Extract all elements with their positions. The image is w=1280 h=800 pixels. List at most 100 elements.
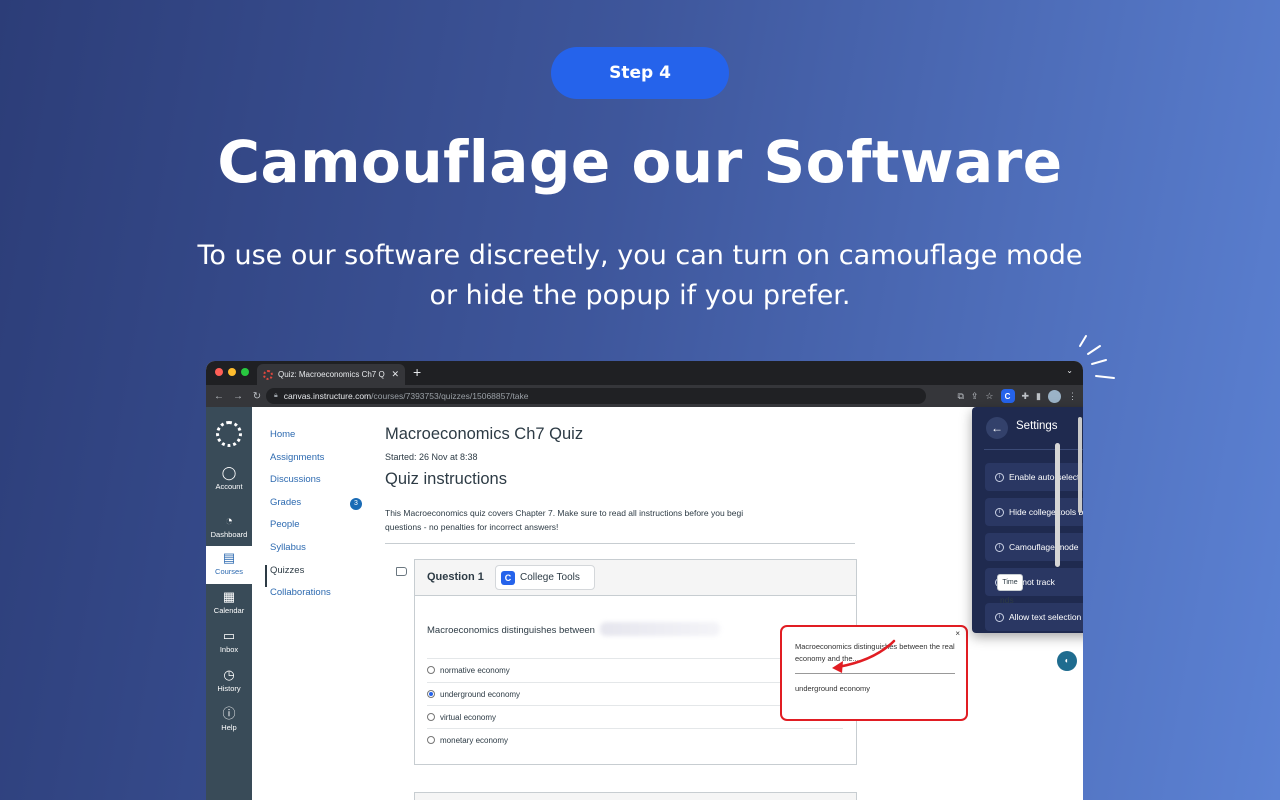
info-icon[interactable]: i [995, 612, 1004, 622]
url-path: /courses/7393753/quizzes/15068857/take [371, 391, 529, 401]
nav-dashboard[interactable]: ◔ Dashboard [206, 513, 252, 539]
time-text-fragment: nds [1000, 595, 1014, 605]
course-nav-collaborations[interactable]: Collaborations [270, 587, 331, 610]
browser-toolbar: ⧉ ⇪ ☆ C ✚ ▮ ⋮ [957, 389, 1077, 403]
profile-avatar[interactable] [1048, 389, 1061, 403]
flag-question-icon[interactable] [396, 567, 407, 576]
setting-label: Camouflage mode [1009, 542, 1079, 552]
close-window-icon[interactable] [215, 368, 223, 376]
radio-button-selected[interactable] [427, 690, 435, 698]
info-icon[interactable]: i [995, 472, 1004, 482]
mini-popup-answer: underground economy [795, 684, 871, 693]
info-icon[interactable]: i [995, 507, 1004, 517]
courses-icon: ▤ [222, 550, 236, 565]
nav-account[interactable]: ◯ Account [206, 465, 252, 491]
college-tools-button[interactable]: C College Tools [495, 565, 595, 590]
nav-calendar[interactable]: ▦ Calendar [206, 589, 252, 615]
settings-panel: ← Settings ⊕ ⌄ i Enable auto-select i Hi… [972, 407, 1083, 633]
new-tab-icon[interactable]: + [413, 364, 421, 380]
nav-courses[interactable]: ▤ Courses [206, 546, 252, 584]
setting-label: Enable auto-select [1009, 472, 1080, 482]
info-icon[interactable]: i [995, 542, 1004, 552]
setting-enable-auto-select: i Enable auto-select [985, 463, 1083, 491]
extensions-puzzle-icon[interactable]: ✚ [1022, 391, 1030, 402]
nav-history-label: History [217, 684, 241, 693]
share-icon[interactable]: ⇪ [971, 391, 979, 402]
tab-title: Quiz: Macroeconomics Ch7 Q [278, 370, 385, 379]
bookmark-star-icon[interactable]: ☆ [985, 391, 993, 402]
course-nav-syllabus[interactable]: Syllabus [270, 542, 331, 565]
quiz-started: Started: 26 Nov at 8:38 [385, 452, 478, 462]
canvas-lms-page: ◯ Account ◔ Dashboard ▤ Courses ▦ Calend… [206, 407, 1083, 800]
answer-label: virtual economy [440, 712, 497, 722]
question-text: Macroeconomics distinguishes between [427, 625, 595, 636]
menu-kebab-icon[interactable]: ⋮ [1068, 391, 1077, 402]
nav-account-label: Account [215, 482, 243, 491]
forward-icon[interactable]: → [232, 391, 244, 402]
side-panel-icon[interactable]: ▮ [1036, 391, 1041, 402]
course-nav-discussions[interactable]: Discussions [270, 474, 331, 497]
account-icon: ◯ [221, 465, 237, 480]
canvas-favicon-icon [263, 369, 273, 380]
course-nav-grades[interactable]: Grades 3 [270, 497, 362, 520]
quiz-title: Macroeconomics Ch7 Quiz [385, 425, 584, 443]
question-header: Question 1 C College Tools [415, 560, 856, 596]
hero-title: Camouflage our Software [217, 128, 1063, 196]
college-tools-extension-icon[interactable]: C [1000, 389, 1015, 403]
settings-divider [984, 449, 1083, 450]
answer-label: normative economy [440, 665, 510, 675]
radio-button[interactable] [427, 736, 435, 744]
global-nav: ◯ Account ◔ Dashboard ▤ Courses ▦ Calend… [206, 407, 252, 800]
sidebar-scrollbar[interactable] [1055, 443, 1060, 567]
minimize-window-icon[interactable] [228, 368, 236, 376]
course-nav-home[interactable]: Home [270, 429, 331, 452]
nav-inbox[interactable]: ▭ Inbox [206, 628, 252, 654]
nav-inbox-label: Inbox [219, 645, 239, 654]
setting-label: Hide college tools box [1009, 507, 1083, 517]
nav-calendar-label: Calendar [213, 606, 245, 615]
page-scrollbar[interactable] [1078, 417, 1082, 513]
tab-bar: Quiz: Macroeconomics Ch7 Q ✕ + ⌄ [206, 361, 1083, 385]
course-nav-assignments[interactable]: Assignments [270, 452, 331, 475]
mini-popup-close-icon[interactable]: × [955, 629, 960, 638]
browser-tab[interactable]: Quiz: Macroeconomics Ch7 Q ✕ [257, 364, 405, 385]
back-icon[interactable]: ← [213, 391, 225, 402]
lock-icon: 🔒︎ [274, 392, 278, 399]
next-question-card [414, 792, 857, 800]
radio-button[interactable] [427, 666, 435, 674]
course-nav-people[interactable]: People [270, 519, 331, 542]
answer-label: underground economy [440, 689, 521, 699]
tab-close-icon[interactable]: ✕ [391, 369, 399, 380]
quiz-description: This Macroeconomics quiz covers Chapter … [385, 506, 805, 534]
answer-option[interactable]: monetary economy [427, 728, 843, 751]
nav-history[interactable]: ◷ History [206, 667, 252, 693]
back-arrow-icon[interactable]: ← [986, 417, 1008, 439]
browser-window: Quiz: Macroeconomics Ch7 Q ✕ + ⌄ ← → ↻ 🔒… [206, 361, 1083, 800]
maximize-window-icon[interactable] [241, 368, 249, 376]
step-badge: Step 4 [551, 47, 729, 99]
setting-camouflage-mode: i Camouflage mode [985, 533, 1083, 561]
address-bar-row: ← → ↻ 🔒︎ canvas.instructure.com/courses/… [206, 385, 1083, 407]
course-nav-quizzes[interactable]: Quizzes [265, 564, 331, 588]
course-nav: Home Assignments Discussions Grades 3 Pe… [265, 429, 362, 610]
nav-help[interactable]: ⓘ Help [206, 706, 252, 732]
url-field[interactable]: 🔒︎ canvas.instructure.com/courses/739375… [266, 388, 926, 404]
radio-button[interactable] [427, 713, 435, 721]
setting-allow-text-selection: i Allow text selection [985, 603, 1083, 631]
canvas-logo-icon[interactable] [206, 421, 252, 447]
settings-title: Settings [1016, 420, 1058, 432]
tab-list-chevron-icon[interactable]: ⌄ [1066, 366, 1073, 375]
hero-subtitle: To use our software discreetly, you can … [180, 236, 1100, 316]
answer-label: monetary economy [440, 735, 509, 745]
grades-count-badge: 3 [350, 497, 362, 510]
pointer-arrow-icon [832, 639, 896, 673]
floating-help-icon[interactable]: ◐ [1057, 651, 1077, 671]
install-icon[interactable]: ⧉ [957, 391, 963, 402]
reload-icon[interactable]: ↻ [251, 391, 263, 402]
quiz-instructions-heading: Quiz instructions [385, 470, 507, 488]
question-number: Question 1 [427, 571, 484, 583]
quiz-description-line-1: This Macroeconomics quiz covers Chapter … [385, 508, 744, 518]
time-chip[interactable]: Time [997, 574, 1023, 591]
history-icon: ◷ [223, 667, 235, 682]
help-icon: ⓘ [222, 706, 236, 721]
